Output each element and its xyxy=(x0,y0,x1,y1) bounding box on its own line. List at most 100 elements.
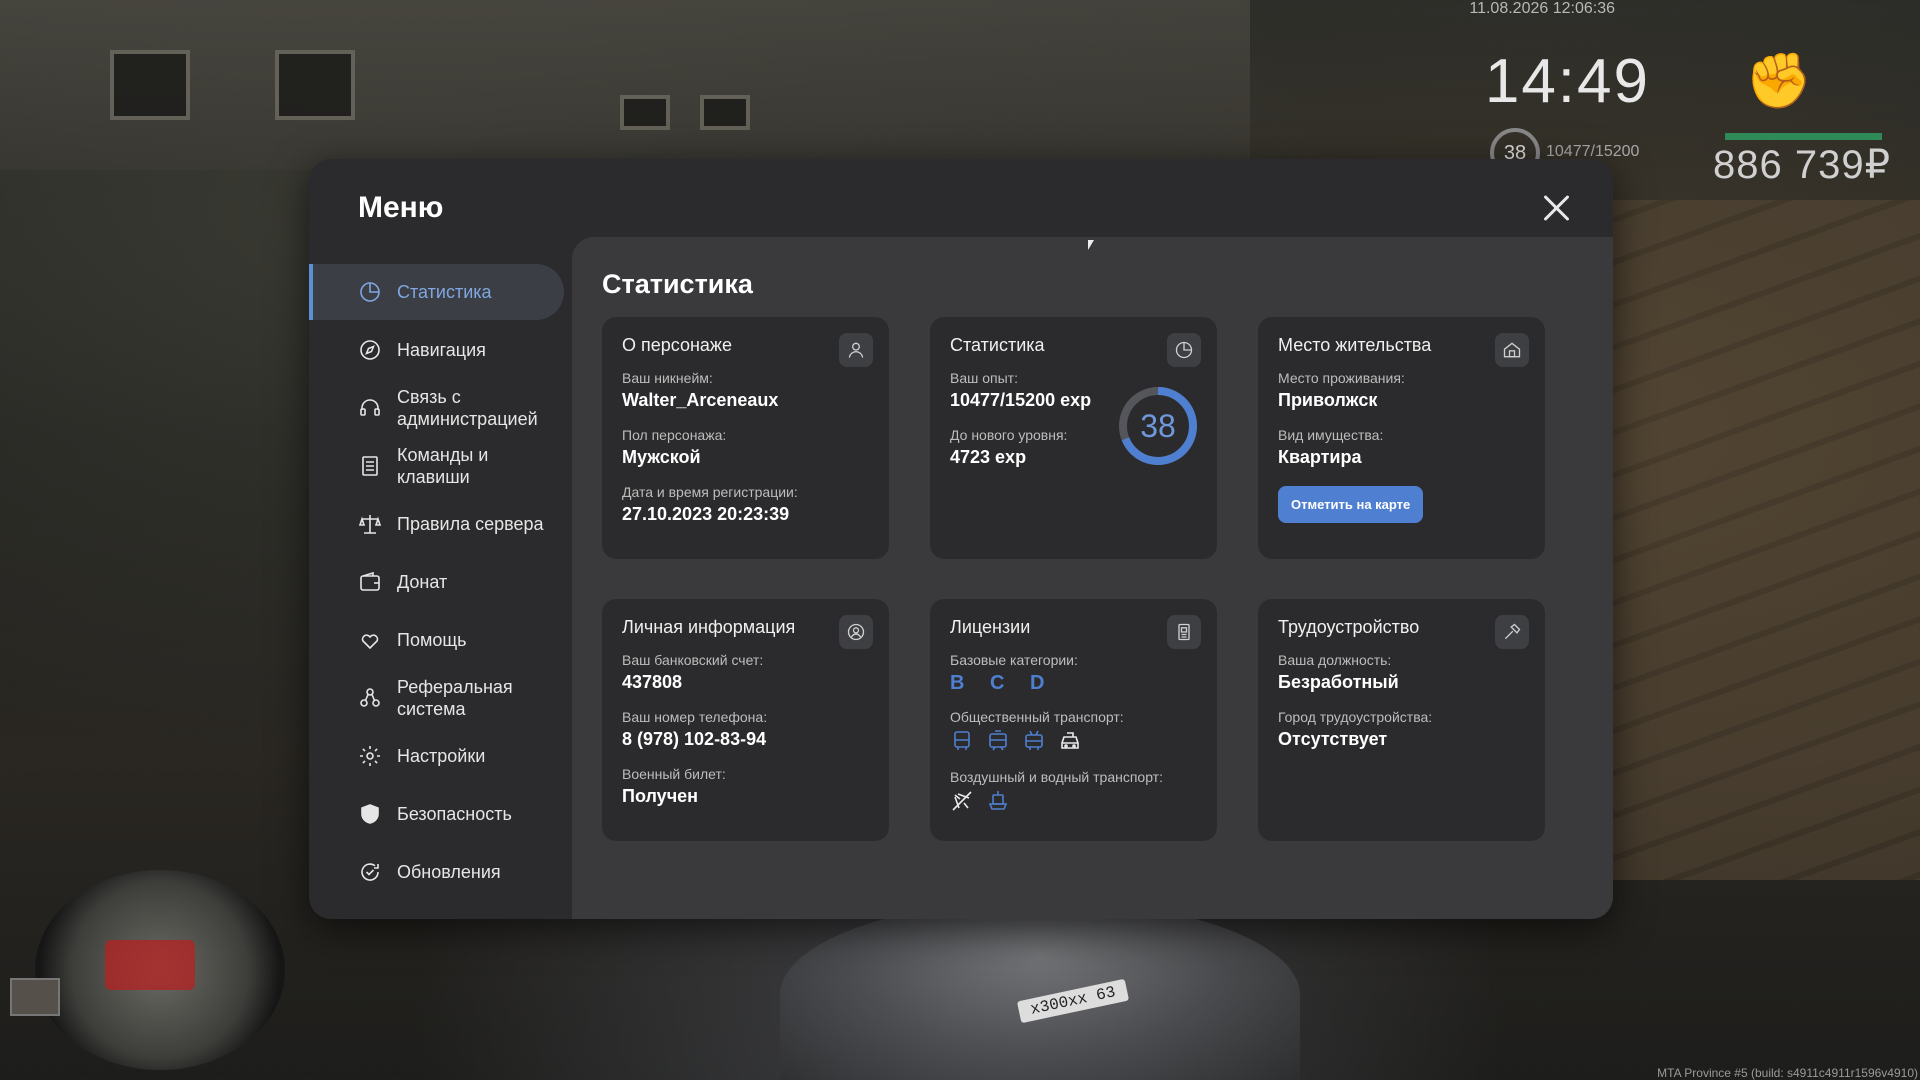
field-label: Ваш опыт: xyxy=(950,370,1018,386)
field-label: Пол персонажа: xyxy=(622,427,727,443)
residence-place-value: Приволжск xyxy=(1278,390,1378,410)
public-transport-icons xyxy=(950,729,1197,753)
card-title: Личная информация xyxy=(622,617,796,637)
sidebar-item-label: Безопасность xyxy=(397,803,512,824)
tram-icon xyxy=(989,730,1007,751)
pie-chart-icon xyxy=(1167,333,1201,367)
heart-hands-icon xyxy=(357,627,383,653)
boat-icon xyxy=(988,791,1008,810)
background-window xyxy=(700,95,750,130)
sidebar-item-label: Обновления xyxy=(397,861,501,882)
sidebar-item-label: Связь с администрацией xyxy=(397,387,538,429)
player-avatar xyxy=(10,978,60,1016)
mark-on-map-button[interactable]: Отметить на карте xyxy=(1278,486,1424,523)
basic-categories-value: B C D xyxy=(950,672,1055,694)
card-residence: Место жительства Место проживания: Приво… xyxy=(1258,317,1545,559)
property-type-value: Квартира xyxy=(1278,447,1362,467)
content-panel: Статистика О персонаже Ваш никнейм: Walt… xyxy=(572,237,1613,919)
phone-value: 8 (978) 102-83-94 xyxy=(622,729,767,749)
level-number: 38 xyxy=(1140,407,1176,444)
hammer-icon xyxy=(1495,615,1529,649)
hud-datetime: 11.08.2026 12:06:36 xyxy=(1469,0,1615,17)
field-label: Вид имущества: xyxy=(1278,427,1384,443)
field-label: Военный билет: xyxy=(622,766,726,782)
gear-icon xyxy=(357,743,383,769)
airplane-icon xyxy=(952,791,972,811)
menu-title: Меню xyxy=(358,191,444,224)
pie-chart-icon xyxy=(357,279,383,305)
refresh-check-icon xyxy=(357,859,383,885)
hud-money: 886 739₽ xyxy=(1713,143,1892,187)
license-document-icon xyxy=(1167,615,1201,649)
health-bar xyxy=(1725,133,1882,140)
card-title: Трудоустройство xyxy=(1278,617,1420,637)
sidebar-item-label: Команды и клавиши xyxy=(397,445,489,487)
sidebar-item-navigation[interactable]: Навигация xyxy=(309,322,564,378)
field-label: Ваш банковский счет: xyxy=(622,652,764,668)
sidebar-item-help[interactable]: Помощь xyxy=(309,612,564,668)
close-button[interactable] xyxy=(1539,191,1573,225)
sidebar-item-rules[interactable]: Правила сервера xyxy=(309,496,564,552)
menu-modal: Меню Статистика Навигация Связь с админи… xyxy=(309,159,1613,919)
card-licenses: Лицензии Базовые категории: B C D Общест… xyxy=(930,599,1217,841)
card-title: Место жительства xyxy=(1278,335,1432,355)
sidebar-item-updates[interactable]: Обновления xyxy=(309,844,564,900)
background-window xyxy=(620,95,670,130)
background-window xyxy=(110,50,190,120)
gender-value: Мужской xyxy=(622,447,701,467)
document-list-icon xyxy=(357,453,383,479)
field-label: Базовые категории: xyxy=(950,652,1078,668)
air-water-transport-icons xyxy=(950,789,1197,813)
job-position-value: Безработный xyxy=(1278,672,1399,692)
sidebar: Статистика Навигация Связь с администрац… xyxy=(309,264,564,902)
sidebar-item-label: Настройки xyxy=(397,745,486,766)
page-title: Статистика xyxy=(602,269,753,299)
level-progress-ring: 38 xyxy=(1117,385,1199,467)
field-label: Место проживания: xyxy=(1278,370,1405,386)
sidebar-item-label: Реферальная система xyxy=(397,677,513,719)
card-employment: Трудоустройство Ваша должность: Безработ… xyxy=(1258,599,1545,841)
card-statistics: Статистика Ваш опыт: 10477/15200 exp До … xyxy=(930,317,1217,559)
background-wood-wall xyxy=(1560,200,1920,880)
field-label: Ваш номер телефона: xyxy=(622,709,768,725)
minimap-marker xyxy=(105,940,195,990)
card-character: О персонаже Ваш никнейм: Walter_Arceneau… xyxy=(602,317,889,559)
military-id-value: Получен xyxy=(622,786,699,806)
sidebar-item-label: Навигация xyxy=(397,339,486,360)
sidebar-item-commands[interactable]: Команды и клавиши xyxy=(309,438,564,494)
card-title: О персонаже xyxy=(622,335,732,355)
shield-icon xyxy=(357,801,383,827)
minimap[interactable] xyxy=(35,870,285,1070)
scales-icon xyxy=(357,511,383,537)
background-window xyxy=(275,50,355,120)
bank-account-value: 437808 xyxy=(622,672,683,692)
sidebar-item-donate[interactable]: Донат xyxy=(309,554,564,610)
build-info: MTA Province #5 (build: s4911c4911r1596v… xyxy=(1657,1066,1918,1080)
sidebar-item-settings[interactable]: Настройки xyxy=(309,728,564,784)
sidebar-item-referral[interactable]: Реферальная система xyxy=(309,670,564,726)
sidebar-item-label: Помощь xyxy=(397,629,467,650)
sidebar-item-label: Правила сервера xyxy=(397,513,544,534)
sidebar-item-admin-contact[interactable]: Связь с администрацией xyxy=(309,380,564,436)
bus-icon xyxy=(954,731,970,750)
job-city-value: Отсутствует xyxy=(1278,729,1388,749)
field-label: Дата и время регистрации: xyxy=(622,484,798,500)
nickname-value: Walter_Arceneaux xyxy=(622,390,779,410)
background-car xyxy=(780,900,1300,1080)
house-icon xyxy=(1495,333,1529,367)
referral-icon xyxy=(357,685,383,711)
field-label: Город трудоустройства: xyxy=(1278,709,1433,725)
sidebar-item-statistics[interactable]: Статистика xyxy=(309,264,564,320)
user-icon xyxy=(839,333,873,367)
registration-value: 27.10.2023 20:23:39 xyxy=(622,504,790,524)
sidebar-item-label: Донат xyxy=(397,571,448,592)
compass-icon xyxy=(357,337,383,363)
taxi-icon xyxy=(1061,732,1079,749)
sidebar-item-security[interactable]: Безопасность xyxy=(309,786,564,842)
card-title: Лицензии xyxy=(950,617,1031,637)
fist-icon: ✊ xyxy=(1745,51,1813,111)
mouse-cursor xyxy=(1088,240,1094,250)
hud-clock: 14:49 xyxy=(1484,47,1650,116)
card-title: Статистика xyxy=(950,335,1045,355)
headset-icon xyxy=(357,395,383,421)
